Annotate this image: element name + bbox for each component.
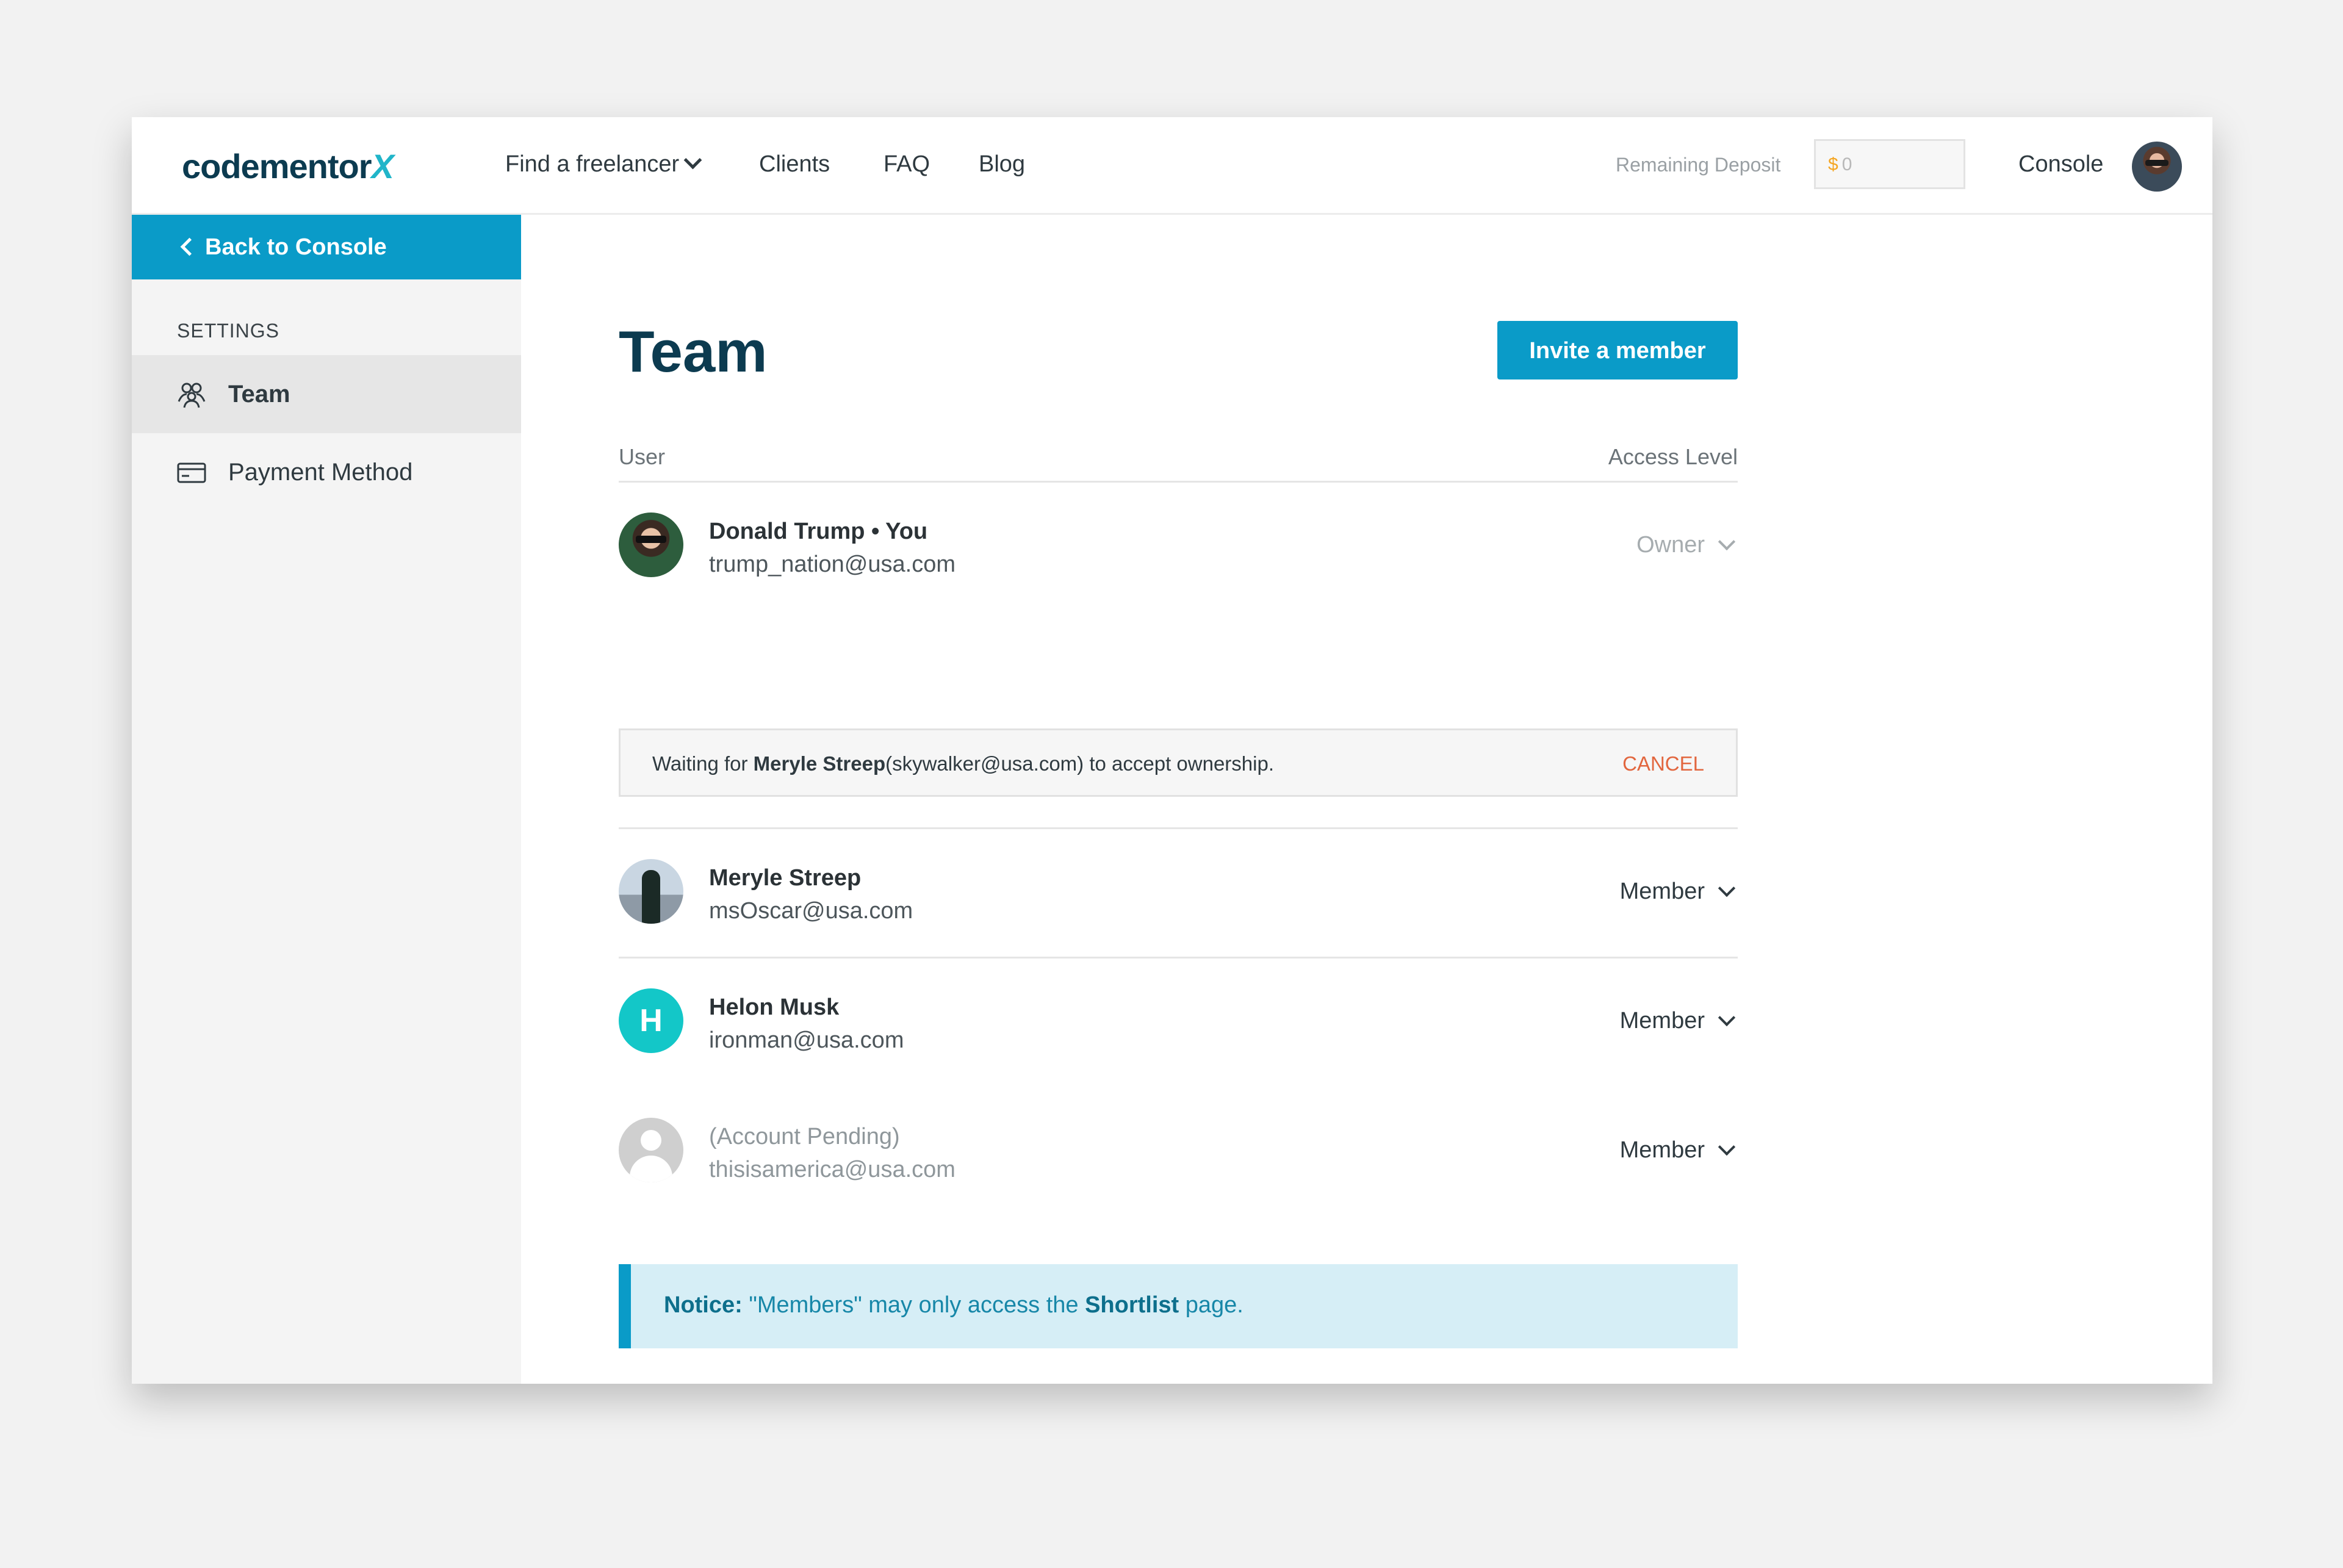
pending-message: Waiting for Meryle Streep(skywalker@usa.… [652, 752, 1274, 775]
logo-accent: X [371, 147, 394, 185]
back-to-console-label: Back to Console [205, 234, 387, 260]
notice-text-after: page. [1179, 1292, 1243, 1318]
codementorx-logo[interactable]: codementorX [182, 146, 394, 186]
member-name: Meryle Streep [709, 865, 862, 891]
nav-blog[interactable]: Blog [979, 151, 1025, 178]
pending-prefix: Waiting for [652, 752, 754, 775]
sidebar-item-team[interactable]: Team [132, 355, 521, 433]
nav-clients[interactable]: Clients [759, 151, 830, 178]
team-member-row: Meryle Streep msOscar@usa.com Member [619, 827, 1738, 957]
remaining-deposit-field[interactable]: $0 [1814, 139, 1965, 189]
member-avatar [619, 512, 683, 577]
user-avatar[interactable] [2132, 142, 2182, 192]
credit-card-icon [177, 462, 206, 483]
app-window: codementorX Find a freelancer Clients FA… [132, 117, 2212, 1384]
logo-text: codementor [182, 147, 372, 185]
pending-name: Meryle Streep [753, 752, 886, 775]
nav-find-freelancer[interactable]: Find a freelancer [505, 151, 702, 178]
chevron-down-icon [683, 151, 702, 170]
pending-ownership-transfer: Waiting for Meryle Streep(skywalker@usa.… [619, 728, 1738, 797]
remaining-deposit-label: Remaining Deposit [1616, 154, 1781, 176]
chevron-down-icon [1718, 533, 1736, 551]
back-to-console-button[interactable]: Back to Console [132, 215, 521, 279]
member-name: Donald Trump • You [709, 519, 928, 544]
access-level-dropdown[interactable]: Member [1620, 1137, 1738, 1163]
deposit-value: 0 [1841, 154, 1852, 174]
member-name: (Account Pending) [709, 1124, 900, 1149]
notice-text: Notice: "Members" may only access the Sh… [664, 1292, 1243, 1318]
notice-banner: Notice: "Members" may only access the Sh… [619, 1264, 1738, 1348]
team-member-row: (Account Pending) thisisamerica@usa.com … [619, 1086, 1738, 1215]
top-navigation-bar: codementorX Find a freelancer Clients FA… [132, 117, 2212, 215]
shortlist-link[interactable]: Shortlist [1085, 1292, 1179, 1318]
member-name: Helon Musk [709, 994, 840, 1020]
column-header-user: User [619, 444, 666, 469]
sidebar-item-team-label: Team [228, 381, 290, 408]
sidebar-item-payment-method[interactable]: Payment Method [132, 433, 521, 511]
chevron-down-icon [1718, 1138, 1736, 1156]
member-email: ironman@usa.com [709, 1027, 904, 1053]
access-level-value: Owner [1636, 532, 1705, 558]
pending-suffix: (skywalker@usa.com) to accept ownership. [885, 752, 1275, 775]
nav-faq[interactable]: FAQ [884, 151, 930, 178]
member-email: msOscar@usa.com [709, 898, 913, 924]
access-level-dropdown[interactable]: Member [1620, 879, 1738, 905]
member-avatar: H [619, 988, 683, 1053]
settings-sidebar: Back to Console SETTINGS Team Payment Me… [132, 215, 521, 1384]
team-settings-main: Team Invite a member User Access Level D… [521, 215, 2212, 1384]
access-level-value: Member [1619, 1008, 1705, 1034]
currency-symbol: $ [1828, 154, 1838, 174]
sidebar-item-payment-label: Payment Method [228, 459, 413, 486]
notice-text-before: "Members" may only access the [742, 1292, 1085, 1318]
chevron-down-icon [1718, 1009, 1736, 1027]
nav-find-freelancer-label: Find a freelancer [505, 151, 680, 177]
column-header-access-level: Access Level [1608, 444, 1738, 469]
member-email: thisisamerica@usa.com [709, 1157, 956, 1182]
chevron-left-icon [180, 237, 199, 256]
team-member-row: H Helon Musk ironman@usa.com Member [619, 957, 1738, 1086]
team-member-row: Donald Trump • You trump_nation@usa.com … [619, 481, 1738, 610]
page-title: Team [619, 319, 768, 384]
settings-section-label: SETTINGS [177, 320, 280, 342]
notice-label: Notice: [664, 1292, 743, 1318]
default-avatar-icon [619, 1118, 683, 1182]
chevron-down-icon [1718, 879, 1736, 897]
nav-console[interactable]: Console [2018, 151, 2103, 178]
access-level-value: Member [1619, 1137, 1705, 1163]
invite-member-button[interactable]: Invite a member [1497, 321, 1738, 379]
cancel-transfer-button[interactable]: CANCEL [1622, 752, 1704, 775]
member-email: trump_nation@usa.com [709, 552, 956, 577]
access-level-dropdown[interactable]: Owner [1636, 532, 1738, 558]
team-icon [178, 383, 206, 408]
access-level-value: Member [1619, 879, 1705, 904]
member-avatar [619, 859, 683, 924]
access-level-dropdown[interactable]: Member [1620, 1008, 1738, 1034]
